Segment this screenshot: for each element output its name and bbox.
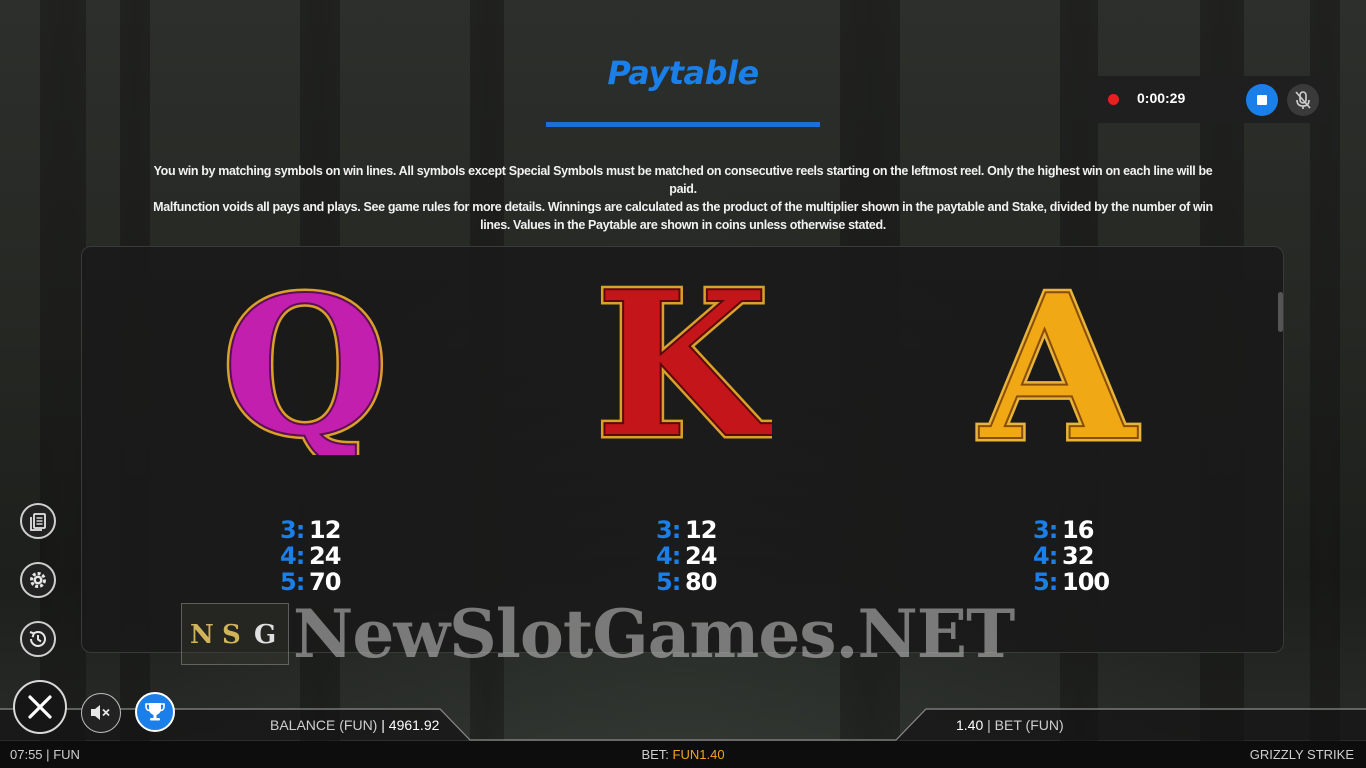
intro-line-3: lines. Values in the Paytable are shown … <box>480 218 886 232</box>
bet-summary-amount: FUN1.40 <box>672 747 725 762</box>
settings-button[interactable] <box>20 562 56 598</box>
k-glyph: K <box>595 275 772 455</box>
screen-recorder: 0:00:29 <box>1090 76 1328 123</box>
balance-label: BALANCE (FUN) <box>270 717 378 733</box>
paytable-k-payouts: 3: 12 4: 24 5: 80 <box>656 516 717 596</box>
payout-row: 5: 80 <box>656 568 717 596</box>
paytable-button[interactable] <box>20 503 56 539</box>
sound-toggle-button[interactable] <box>81 693 121 733</box>
logo-letter: G <box>254 620 277 650</box>
balance-display: BALANCE (FUN) | 4961.92 <box>270 717 439 733</box>
balance-value: 4961.92 <box>388 717 440 733</box>
payout-count: 5: <box>656 568 681 596</box>
watermark-logo: N S G <box>181 603 289 665</box>
gear-icon <box>30 572 46 588</box>
bet-label: BET <box>994 717 1022 733</box>
bet-display: 1.40 | BET (FUN) <box>956 717 1064 733</box>
intro-line-1: You win by matching symbols on win lines… <box>153 164 1213 196</box>
payout-count: 4: <box>656 542 681 570</box>
bet-value: 1.40 <box>956 717 984 733</box>
payout-count: 3: <box>1033 516 1058 544</box>
stop-recording-button[interactable] <box>1246 84 1278 116</box>
payout-row: 4: 24 <box>280 542 341 570</box>
watermark-text: NewSlotGames.NET <box>293 595 1015 673</box>
symbol-a-icon: A A <box>968 248 1148 490</box>
payout-row: 5: 70 <box>280 568 341 596</box>
payout-count: 5: <box>280 568 305 596</box>
q-glyph: Q <box>222 275 388 455</box>
bet-separator: | <box>987 717 991 733</box>
paytable-a-payouts: 3: 16 4: 32 5: 100 <box>1033 517 1110 596</box>
payout-row: 4: 32 <box>1033 543 1109 569</box>
watermark: N S G NewSlotGames.NET <box>181 595 1181 673</box>
paytable-q-payouts: 3: 12 4: 24 5: 70 <box>280 516 341 596</box>
payout-row: 5: 100 <box>1033 568 1110 596</box>
payout-value: 24 <box>309 542 341 570</box>
a-glyph: A <box>978 275 1138 455</box>
payout-value: 12 <box>685 516 717 544</box>
balance-strip <box>0 707 1366 741</box>
payout-value: 80 <box>685 568 717 596</box>
game-name: GRIZZLY STRIKE <box>1249 747 1354 762</box>
mic-muted-button[interactable] <box>1287 84 1319 116</box>
payout-row: 3: 12 <box>656 516 717 544</box>
close-icon <box>28 695 52 719</box>
payout-count: 3: <box>280 516 305 544</box>
payout-row: 3: 12 <box>280 516 341 544</box>
payout-count: 3: <box>656 516 681 544</box>
trophy-button[interactable] <box>135 692 175 732</box>
symbol-k-icon: K K <box>592 245 779 487</box>
balance-separator: | <box>381 717 385 733</box>
pages-icon <box>30 513 46 531</box>
payout-value: 100 <box>1062 568 1110 596</box>
recording-time: 0:00:29 <box>1137 90 1186 106</box>
bet-summary: BET: FUN1.40 <box>0 747 1366 762</box>
payout-count: 4: <box>280 542 305 570</box>
payout-row: 4: 24 <box>656 542 717 570</box>
speaker-muted-icon <box>91 705 110 720</box>
history-button[interactable] <box>20 621 56 657</box>
symbol-q-icon: Q Q <box>215 252 395 482</box>
mic-off-icon <box>1295 91 1311 109</box>
payout-value: 70 <box>309 568 341 596</box>
paytable-intro: You win by matching symbols on win lines… <box>150 162 1216 234</box>
recording-dot-icon <box>1108 94 1119 105</box>
logo-letter: N <box>190 620 214 650</box>
title-underline <box>546 122 820 127</box>
logo-letter: S <box>222 620 241 650</box>
payout-count: 5: <box>1033 568 1058 596</box>
payout-value: 16 <box>1062 516 1094 544</box>
intro-line-2: Malfunction voids all pays and plays. Se… <box>153 200 1213 214</box>
history-icon <box>29 630 46 647</box>
bet-unit: (FUN) <box>1025 717 1064 733</box>
payout-row: 3: 16 <box>1033 517 1109 543</box>
bet-summary-label: BET: <box>641 747 669 762</box>
trophy-icon <box>145 703 165 721</box>
payout-value: 32 <box>1062 542 1094 570</box>
payout-count: 4: <box>1033 542 1058 570</box>
panel-scrollbar[interactable] <box>1278 292 1283 332</box>
payout-value: 24 <box>685 542 717 570</box>
close-button[interactable] <box>13 680 67 734</box>
payout-value: 12 <box>309 516 341 544</box>
